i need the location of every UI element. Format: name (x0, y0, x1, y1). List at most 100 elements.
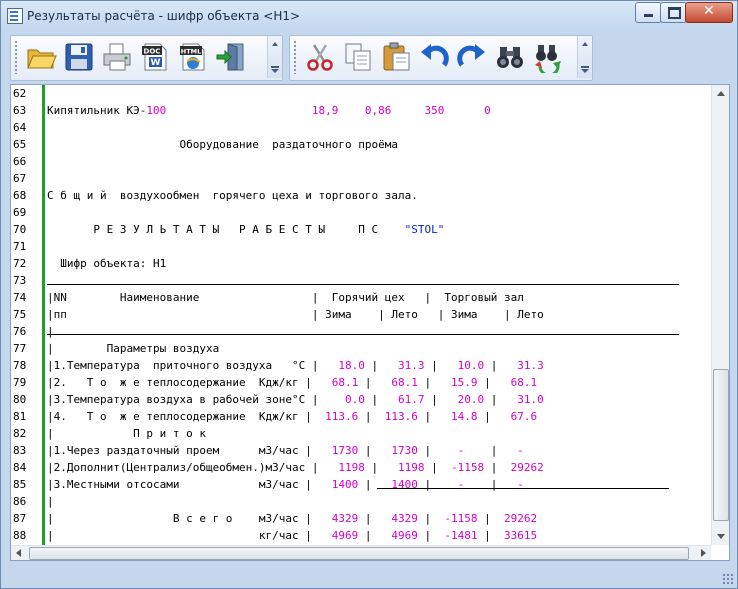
report-line: | Параметры воздуха (47, 340, 219, 357)
report-text-segment: - (517, 444, 524, 457)
line-number: 62 (13, 87, 27, 100)
report-text-segment: | (358, 444, 392, 457)
report-text-segment: -1158 (444, 512, 478, 525)
status-bar (1, 564, 737, 588)
minimize-button[interactable] (635, 2, 662, 23)
svg-text:HTML: HTML (181, 48, 201, 56)
report-text-segment: 29262 (504, 512, 538, 525)
report-text-segment: 1730 (331, 444, 359, 457)
report-text-segment: 1400 (391, 478, 418, 491)
vertical-scrollbar[interactable] (711, 85, 729, 545)
undo-button[interactable] (418, 41, 450, 73)
save-button[interactable] (63, 41, 95, 73)
toolbar-options-chevron[interactable] (267, 36, 282, 78)
horizontal-scrollbar[interactable] (11, 545, 711, 560)
report-line: Кипятильник КЭ-100 18,9 0,86 350 0 (47, 102, 491, 119)
printer-icon (103, 43, 131, 71)
app-icon (7, 8, 23, 24)
find-replace-button[interactable] (532, 41, 564, 77)
report-window: Результаты расчёта - шифр объекта <Н1> ✕ (0, 0, 738, 589)
line-number: 78 (13, 359, 27, 372)
vertical-scroll-thumb[interactable] (713, 369, 729, 521)
report-text-segment: | (47, 325, 54, 338)
report-text-area[interactable]: Кипятильник КЭ-100 18,9 0,86 350 0 Обору… (47, 85, 710, 545)
line-number: 81 (13, 410, 27, 423)
report-text-segment: |2.Дополнит(Централиз/общеобмен.)м3/час … (47, 461, 339, 474)
line-number: 70 (13, 223, 27, 236)
report-line: Р Е З У Л Ь Т А Т Ы Р А Б Е С Т Ы П С "S… (47, 221, 444, 238)
report-text-segment: | (484, 461, 511, 474)
report-text-segment: | (477, 410, 511, 423)
report-text-segment: 31.0 (517, 393, 544, 406)
close-icon: ✕ (703, 3, 715, 19)
report-text-segment: 33615 (504, 529, 538, 542)
line-number: 74 (13, 291, 27, 304)
report-text-segment: 18,9 0,86 350 0 (311, 104, 491, 117)
report-line: | В с е г о м3/час | 4329 | 4329 | -1158… (47, 510, 537, 527)
toolbar-grip[interactable] (14, 40, 18, 74)
report-text-segment: | (417, 529, 445, 542)
report-text-segment: | (424, 359, 458, 372)
scroll-right-arrow-icon[interactable] (695, 546, 711, 560)
report-text-segment: | В с е г о м3/час | (47, 512, 332, 525)
report-line: |1.Температура приточного воздуха °С | 1… (47, 357, 544, 374)
export-html-button[interactable]: HTML (177, 41, 209, 73)
find-replace-icon (535, 45, 561, 77)
line-number: 86 (13, 495, 27, 508)
report-text-segment: | (358, 410, 385, 423)
maximize-button[interactable] (660, 2, 687, 23)
print-button[interactable] (101, 41, 133, 73)
file-toolbar: DOC W HTML (10, 35, 283, 81)
open-folder-button[interactable] (25, 41, 57, 73)
save-icon (65, 43, 93, 71)
scroll-up-arrow-icon[interactable] (712, 85, 729, 102)
title-bar[interactable]: Результаты расчёта - шифр объекта <Н1> ✕ (1, 1, 737, 31)
report-line: | (47, 493, 54, 510)
report-text-segment: |1.Через раздаточный проем м3/час | (47, 444, 332, 457)
report-text-segment: | (477, 376, 511, 389)
report-editor[interactable]: 62 63 64 65 66 67 68 69 70 71 72 73 74 75 76 77 78 79 80 81… (10, 84, 730, 561)
close-button[interactable]: ✕ (685, 2, 733, 23)
line-number: 71 (13, 240, 27, 253)
report-text-segment: | (477, 529, 505, 542)
line-number: 66 (13, 155, 27, 168)
exit-door-icon (216, 43, 244, 71)
report-line: | кг/час | 4969 | 4969 | -1481 | 33615 (47, 527, 537, 544)
toolbar-options-chevron[interactable] (577, 36, 592, 78)
report-text-segment: | (358, 529, 392, 542)
report-text-segment: | кг/час | (47, 529, 332, 542)
report-text-segment: 68.1 (510, 376, 538, 389)
report-text-segment: 1730 (391, 444, 418, 457)
report-text-segment: | Параметры воздуха (47, 342, 220, 355)
line-number: 88 (13, 529, 27, 542)
copy-button[interactable] (342, 41, 374, 73)
paste-button[interactable] (380, 41, 412, 73)
resize-grip-icon[interactable] (722, 573, 734, 585)
report-text-segment: |2. Т о ж е теплосодержание Кдж/кг | (47, 376, 332, 389)
line-number: 84 (13, 461, 27, 474)
report-text-segment: 4969 (391, 529, 418, 542)
report-text-segment: | (477, 512, 505, 525)
redo-button[interactable] (456, 41, 488, 73)
scroll-left-arrow-icon[interactable] (11, 546, 27, 560)
horizontal-scroll-thumb[interactable] (29, 547, 689, 560)
report-text-segment (166, 104, 312, 117)
scroll-down-arrow-icon[interactable] (712, 528, 729, 545)
line-number: 67 (13, 172, 27, 185)
cut-button[interactable] (304, 41, 336, 73)
export-doc-button[interactable]: DOC W (139, 41, 171, 73)
report-text-segment: -1158 (451, 461, 485, 474)
report-text-segment: 20.0 (457, 393, 485, 406)
find-button[interactable] (494, 41, 526, 73)
report-text-segment: 1400 (331, 478, 359, 491)
report-text-segment: 31.3 (517, 359, 544, 372)
report-text-segment: 68.1 (391, 376, 418, 389)
toolbar-grip[interactable] (293, 40, 297, 74)
exit-button[interactable] (215, 41, 247, 73)
line-number: 73 (13, 274, 27, 287)
report-text-segment: | (417, 512, 445, 525)
report-text-segment: 14.8 (451, 410, 478, 423)
report-text-segment: |NN Наименование | Горячий цех | Торговы… (47, 291, 524, 304)
report-text-segment: | (417, 478, 458, 491)
report-text-segment: "STOL" (404, 223, 445, 236)
